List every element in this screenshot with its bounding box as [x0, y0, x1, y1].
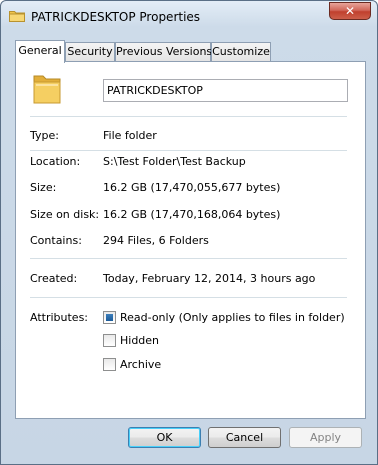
size-on-disk-value: 16.2 GB (17,470,168,064 bytes)	[103, 208, 281, 221]
folder-name-input[interactable]	[103, 79, 348, 102]
ok-button[interactable]: OK	[128, 427, 201, 448]
folder-icon	[9, 11, 25, 22]
tab-customize[interactable]: Customize	[211, 42, 271, 62]
created-value: Today, February 12, 2014, 3 hours ago	[103, 272, 316, 285]
size-value: 16.2 GB (17,470,055,677 bytes)	[103, 181, 281, 194]
size-on-disk-label: Size on disk:	[30, 208, 100, 221]
separator	[30, 258, 347, 259]
size-label: Size:	[30, 181, 57, 194]
separator	[30, 297, 347, 298]
tab-security[interactable]: Security	[65, 42, 115, 62]
window-title: PATRICKDESKTOP Properties	[31, 10, 201, 24]
archive-label[interactable]: Archive	[120, 358, 161, 371]
read-only-label[interactable]: Read-only (Only applies to files in fold…	[120, 311, 345, 324]
location-label: Location:	[30, 155, 81, 168]
cancel-button[interactable]: Cancel	[208, 427, 281, 448]
hidden-label[interactable]: Hidden	[120, 334, 159, 347]
read-only-checkbox[interactable]	[103, 311, 116, 324]
type-label: Type:	[30, 129, 59, 142]
properties-window: PATRICKDESKTOP Properties ✕ General Secu…	[0, 0, 378, 465]
created-label: Created:	[30, 272, 78, 285]
tab-previous-versions[interactable]: Previous Versions	[115, 42, 212, 62]
archive-checkbox[interactable]	[103, 358, 116, 371]
title-bar[interactable]: PATRICKDESKTOP Properties ✕	[1, 1, 377, 31]
separator	[30, 116, 347, 117]
separator	[30, 150, 347, 151]
contains-label: Contains:	[30, 234, 82, 247]
apply-button[interactable]: Apply	[289, 427, 362, 448]
tab-general[interactable]: General	[15, 40, 65, 63]
close-button[interactable]: ✕	[329, 2, 371, 20]
folder-large-icon	[33, 75, 61, 104]
general-panel: Type: File folder Location: S:\Test Fold…	[15, 61, 366, 419]
attributes-label: Attributes:	[30, 311, 89, 324]
contains-value: 294 Files, 6 Folders	[103, 234, 209, 247]
hidden-checkbox[interactable]	[103, 334, 116, 347]
location-value: S:\Test Folder\Test Backup	[103, 155, 246, 168]
type-value: File folder	[103, 129, 157, 142]
